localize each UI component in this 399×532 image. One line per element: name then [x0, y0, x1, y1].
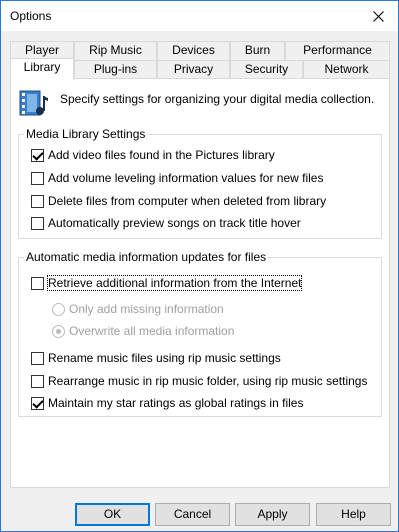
- checkbox[interactable]: [31, 171, 44, 185]
- add-video-files-option[interactable]: Add video files found in the Pictures li…: [31, 147, 275, 163]
- checkbox[interactable]: [31, 216, 44, 230]
- option-label: Retrieve additional information from the…: [46, 275, 303, 291]
- option-label: Add volume leveling information values f…: [48, 171, 324, 185]
- retrieve-info-option[interactable]: Retrieve additional information from the…: [31, 275, 303, 291]
- overwrite-all-option[interactable]: Overwrite all media information: [52, 323, 234, 339]
- tab-library[interactable]: Library: [10, 58, 74, 80]
- checkbox[interactable]: [31, 276, 44, 290]
- add-volume-leveling-option[interactable]: Add volume leveling information values f…: [31, 170, 323, 186]
- tab-privacy[interactable]: Privacy: [157, 60, 230, 79]
- group-title: Media Library Settings: [24, 127, 148, 141]
- auto-preview-option[interactable]: Automatically preview songs on track tit…: [31, 215, 301, 231]
- option-label: Automatically preview songs on track tit…: [48, 216, 301, 230]
- option-label: Delete files from computer when deleted …: [48, 194, 327, 208]
- checkbox[interactable]: [31, 374, 44, 388]
- only-add-missing-option[interactable]: Only add missing information: [52, 301, 224, 317]
- window-title: Options: [10, 9, 52, 23]
- tab-plug-ins[interactable]: Plug-ins: [74, 60, 157, 79]
- tab-security[interactable]: Security: [230, 60, 303, 79]
- ok-button[interactable]: OK: [75, 503, 150, 526]
- rename-music-option[interactable]: Rename music files using rip music setti…: [31, 350, 281, 366]
- option-label: Add video files found in the Pictures li…: [48, 148, 275, 162]
- option-label: Maintain my star ratings as global ratin…: [48, 396, 304, 410]
- option-label: Overwrite all media information: [69, 324, 235, 338]
- radio-button[interactable]: [52, 324, 65, 338]
- maintain-star-ratings-option[interactable]: Maintain my star ratings as global ratin…: [31, 395, 303, 411]
- tab-performance[interactable]: Performance: [285, 41, 390, 60]
- checkbox[interactable]: [31, 396, 44, 410]
- radio-button[interactable]: [52, 302, 65, 316]
- apply-button[interactable]: Apply: [235, 503, 310, 526]
- option-label: Only add missing information: [69, 302, 224, 316]
- options-dialog: Options Player Rip Music Devices Burn Pe…: [0, 0, 399, 532]
- close-button[interactable]: [358, 1, 398, 31]
- tab-devices[interactable]: Devices: [157, 41, 230, 60]
- auto-updates-group: Automatic media information updates for …: [18, 250, 382, 417]
- media-library-icon: [19, 90, 48, 116]
- tab-rip-music[interactable]: Rip Music: [74, 41, 157, 60]
- media-library-settings-group: Media Library Settings Add video files f…: [18, 127, 382, 239]
- option-label: Rearrange music in rip music folder, usi…: [48, 374, 368, 388]
- cancel-button[interactable]: Cancel: [155, 503, 230, 526]
- checkbox[interactable]: [31, 148, 44, 162]
- close-icon: [372, 10, 384, 22]
- tab-burn[interactable]: Burn: [230, 41, 285, 60]
- title-bar: Options: [1, 1, 398, 31]
- library-panel: Specify settings for organizing your dig…: [10, 78, 390, 488]
- delete-files-option[interactable]: Delete files from computer when deleted …: [31, 193, 326, 209]
- checkbox[interactable]: [31, 194, 44, 208]
- checkbox[interactable]: [31, 351, 44, 365]
- option-label: Rename music files using rip music setti…: [48, 351, 281, 365]
- group-title: Automatic media information updates for …: [24, 250, 269, 264]
- rearrange-music-option[interactable]: Rearrange music in rip music folder, usi…: [31, 373, 367, 389]
- header-description: Specify settings for organizing your dig…: [60, 92, 375, 106]
- tab-network[interactable]: Network: [303, 60, 390, 79]
- help-button[interactable]: Help: [316, 503, 391, 526]
